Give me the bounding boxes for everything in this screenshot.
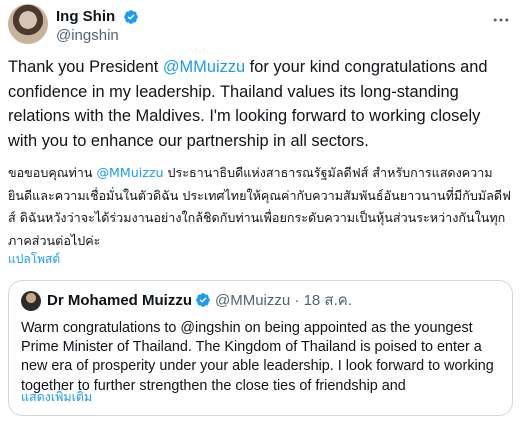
- quoted-handle: @MMuizzu: [215, 292, 291, 309]
- quoted-tweet[interactable]: Dr Mohamed Muizzu @MMuizzu · 18 ส.ค. War…: [8, 280, 513, 416]
- quoted-header: Dr Mohamed Muizzu @MMuizzu · 18 ส.ค.: [47, 291, 352, 311]
- mention-link[interactable]: @MMuizzu: [163, 58, 245, 76]
- meta-separator: ·: [290, 292, 303, 309]
- quoted-display-name: Dr Mohamed Muizzu: [47, 292, 192, 309]
- mention-link[interactable]: @MMuizzu: [96, 165, 163, 180]
- quoted-text: Warm congratulations to @ingshin on bein…: [21, 320, 494, 394]
- verified-badge-icon: [196, 293, 210, 307]
- quoted-avatar: [21, 291, 41, 311]
- quoted-date: 18 ส.ค.: [303, 292, 352, 309]
- tweet-text-part: Thank you President: [8, 58, 163, 76]
- verified-badge-icon: [124, 9, 139, 24]
- show-more-link[interactable]: แสดงเพิ่มเติม: [21, 387, 92, 407]
- tweet-header: Ing Shin @ingshin: [8, 4, 517, 46]
- more-options-icon[interactable]: [491, 10, 511, 30]
- avatar[interactable]: [8, 4, 48, 44]
- author-display-name[interactable]: Ing Shin: [56, 8, 115, 26]
- tweet-text-part: ขอขอบคุณท่าน: [8, 165, 97, 180]
- translate-post-link[interactable]: แปลโพสต์: [8, 250, 60, 269]
- author-handle[interactable]: @ingshin: [56, 26, 139, 46]
- separator-dot: ·: [294, 292, 300, 309]
- tweet-text-thai: ขอขอบคุณท่าน @MMuizzu ประธานาธิบดีแห่งสา…: [8, 162, 513, 252]
- author-names: Ing Shin @ingshin: [56, 6, 139, 46]
- tweet-text-english: Thank you President @MMuizzu for your ki…: [8, 55, 513, 153]
